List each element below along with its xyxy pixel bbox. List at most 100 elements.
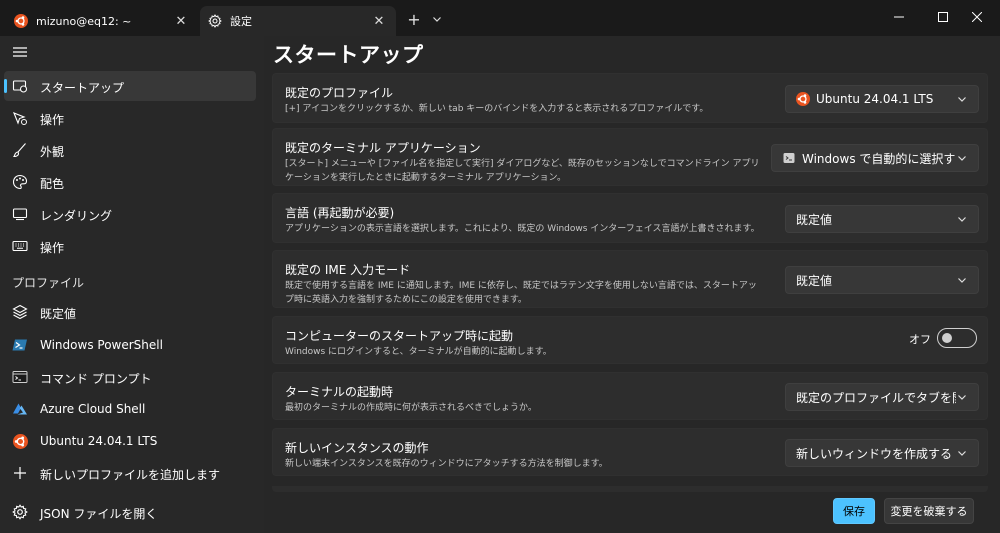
- setting-description: 既定で使用する言語を IME に通知します。IME に依存し、既定ではラテン文字…: [285, 281, 757, 305]
- setting-title: 既定の IME 入力モード: [285, 263, 411, 277]
- sidebar-item-add-profile[interactable]: 新しいプロファイルを追加します: [4, 458, 256, 488]
- setting-default-terminal: 既定のターミナル アプリケーション [スタート] メニューや [ファイル名を指定…: [272, 128, 988, 186]
- setting-title: 新しいインスタンスの動作: [285, 441, 429, 455]
- setting-language: 言語 (再起動が必要) アプリケーションの表示言語を選択します。これにより、既定…: [272, 193, 988, 243]
- sidebar-item-actions[interactable]: 操作: [4, 231, 256, 261]
- sidebar-item-open-json[interactable]: JSON ファイルを開く: [4, 497, 256, 527]
- tab-close-icon[interactable]: ✕: [370, 14, 388, 29]
- powershell-icon: [12, 337, 28, 353]
- chevron-down-icon: [956, 391, 968, 403]
- plus-icon: [12, 465, 28, 481]
- setting-new-instance-behavior: 新しいインスタンスの動作 新しい端末インスタンスを既存のウィンドウにアタッチする…: [272, 428, 988, 476]
- startup-icon: [12, 78, 28, 94]
- sidebar-item-label: Windows PowerShell: [40, 338, 163, 352]
- sidebar-item-appearance[interactable]: 外観: [4, 135, 256, 165]
- selection-indicator: [4, 79, 7, 93]
- sidebar-item-powershell[interactable]: Windows PowerShell: [4, 330, 256, 360]
- sidebar-item-label: 配色: [40, 177, 65, 191]
- ubuntu-icon: [14, 14, 28, 28]
- setting-description: [スタート] メニューや [ファイル名を指定して実行] ダイアログなど、既存のセ…: [285, 159, 760, 183]
- sidebar-item-label: 外観: [40, 145, 65, 159]
- chevron-down-icon: [956, 274, 968, 286]
- hamburger-menu-icon[interactable]: [12, 44, 30, 62]
- ubuntu-icon: [796, 92, 810, 106]
- palette-icon: [12, 174, 28, 190]
- close-icon[interactable]: [954, 0, 1000, 34]
- setting-launch-mode: ターミナルの起動時 最初のターミナルの作成時に何が表示されるべきでしょうか。 既…: [272, 372, 988, 420]
- gear-icon: [12, 504, 28, 520]
- discard-changes-button[interactable]: 変更を破棄する: [884, 498, 974, 524]
- sidebar-item-label: スタートアップ: [40, 81, 125, 95]
- chevron-down-icon[interactable]: [428, 10, 446, 30]
- sidebar-item-color-schemes[interactable]: 配色: [4, 167, 256, 197]
- default-profile-select[interactable]: Ubuntu 24.04.1 LTS: [785, 85, 979, 113]
- tab-title: 設定: [230, 15, 252, 28]
- gear-icon: [208, 14, 222, 28]
- sidebar-item-label: JSON ファイルを開く: [40, 507, 158, 521]
- launch-on-startup-toggle[interactable]: [937, 328, 977, 348]
- tab-close-icon[interactable]: ✕: [172, 14, 190, 29]
- setting-title: ターミナルの起動時: [285, 385, 394, 399]
- select-value: 既定値: [796, 212, 833, 227]
- setting-description: Windows にログインすると、ターミナルが自動的に起動します。: [285, 347, 552, 357]
- sidebar-item-label: 操作: [40, 113, 65, 127]
- sidebar-item-startup[interactable]: スタートアップ: [4, 71, 256, 101]
- select-value: Ubuntu 24.04.1 LTS: [816, 92, 934, 106]
- setting-ime-mode: 既定の IME 入力モード 既定で使用する言語を IME に通知します。IME …: [272, 250, 988, 308]
- layers-icon: [12, 304, 28, 320]
- sidebar-item-rendering[interactable]: レンダリング: [4, 199, 256, 229]
- sidebar-item-label: 既定値: [40, 307, 77, 321]
- next-card-edge: [272, 486, 988, 492]
- ime-mode-select[interactable]: 既定値: [785, 266, 979, 294]
- ubuntu-icon: [12, 433, 28, 449]
- title-bar: mizuno@eq12: ~ ✕ 設定 ✕ +: [0, 0, 1000, 36]
- minimize-icon[interactable]: [876, 0, 922, 34]
- sidebar-item-label: 操作: [40, 241, 65, 255]
- select-value: 既定値: [796, 273, 833, 288]
- tab-settings[interactable]: 設定 ✕: [200, 6, 396, 36]
- interaction-icon: [12, 110, 28, 126]
- select-value: 既定のプロファイルでタブを開く: [796, 390, 956, 405]
- new-tab-button[interactable]: +: [404, 10, 424, 30]
- setting-description: アプリケーションの表示言語を選択します。これにより、既定の Windows イン…: [285, 224, 760, 234]
- sidebar-item-defaults[interactable]: 既定値: [4, 297, 256, 327]
- sidebar-item-label: レンダリング: [40, 209, 113, 223]
- keyboard-icon: [12, 238, 28, 254]
- select-value: Windows で自動的に選択する: [802, 151, 956, 166]
- setting-title: コンピューターのスタートアップ時に起動: [285, 329, 514, 343]
- new-instance-select[interactable]: 新しいウィンドウを作成する: [785, 439, 979, 467]
- page-title: スタートアップ: [273, 43, 424, 67]
- sidebar-item-azure-cloud-shell[interactable]: Azure Cloud Shell: [4, 394, 256, 424]
- setting-title: 既定のプロファイル: [285, 86, 394, 100]
- select-value: 新しいウィンドウを作成する: [796, 446, 953, 461]
- sidebar-item-command-prompt[interactable]: コマンド プロンプト: [4, 362, 256, 392]
- launch-mode-select[interactable]: 既定のプロファイルでタブを開く: [785, 383, 979, 411]
- settings-content: スタートアップ 既定のプロファイル [+] アイコンをクリックするか、新しい t…: [264, 36, 1000, 533]
- setting-title: 言語 (再起動が必要): [285, 206, 395, 220]
- chevron-down-icon: [956, 93, 968, 105]
- terminal-app-icon: [782, 151, 796, 165]
- sidebar-item-ubuntu[interactable]: Ubuntu 24.04.1 LTS: [4, 426, 256, 456]
- sidebar-item-label: コマンド プロンプト: [40, 372, 152, 386]
- setting-default-profile: 既定のプロファイル [+] アイコンをクリックするか、新しい tab キーのバイ…: [272, 73, 988, 123]
- setting-title: 既定のターミナル アプリケーション: [285, 141, 481, 155]
- sidebar: スタートアップ 操作 外観 配色 レンダリング 操作 プロファイル 既定値 Wi…: [0, 36, 264, 533]
- monitor-icon: [12, 206, 28, 222]
- sidebar-item-label: 新しいプロファイルを追加します: [40, 468, 221, 482]
- brush-icon: [12, 142, 28, 158]
- setting-launch-on-startup: コンピューターのスタートアップ時に起動 Windows にログインすると、ターミ…: [272, 316, 988, 364]
- tab-terminal[interactable]: mizuno@eq12: ~ ✕: [6, 6, 198, 36]
- tab-title: mizuno@eq12: ~: [36, 14, 132, 28]
- setting-description: [+] アイコンをクリックするか、新しい tab キーのバインドを入力すると表示…: [285, 104, 709, 114]
- setting-description: 最初のターミナルの作成時に何が表示されるべきでしょうか。: [285, 403, 537, 413]
- chevron-down-icon: [956, 447, 968, 459]
- setting-description: 新しい端末インスタンスを既存のウィンドウにアタッチする方法を制御します。: [285, 459, 608, 469]
- toggle-knob: [942, 333, 952, 343]
- language-select[interactable]: 既定値: [785, 205, 979, 233]
- sidebar-item-interaction[interactable]: 操作: [4, 103, 256, 133]
- save-button[interactable]: 保存: [833, 498, 875, 524]
- profiles-header: プロファイル: [12, 276, 85, 290]
- default-terminal-select[interactable]: Windows で自動的に選択する: [771, 144, 979, 172]
- cmd-icon: [12, 369, 28, 385]
- azure-icon: [12, 401, 28, 417]
